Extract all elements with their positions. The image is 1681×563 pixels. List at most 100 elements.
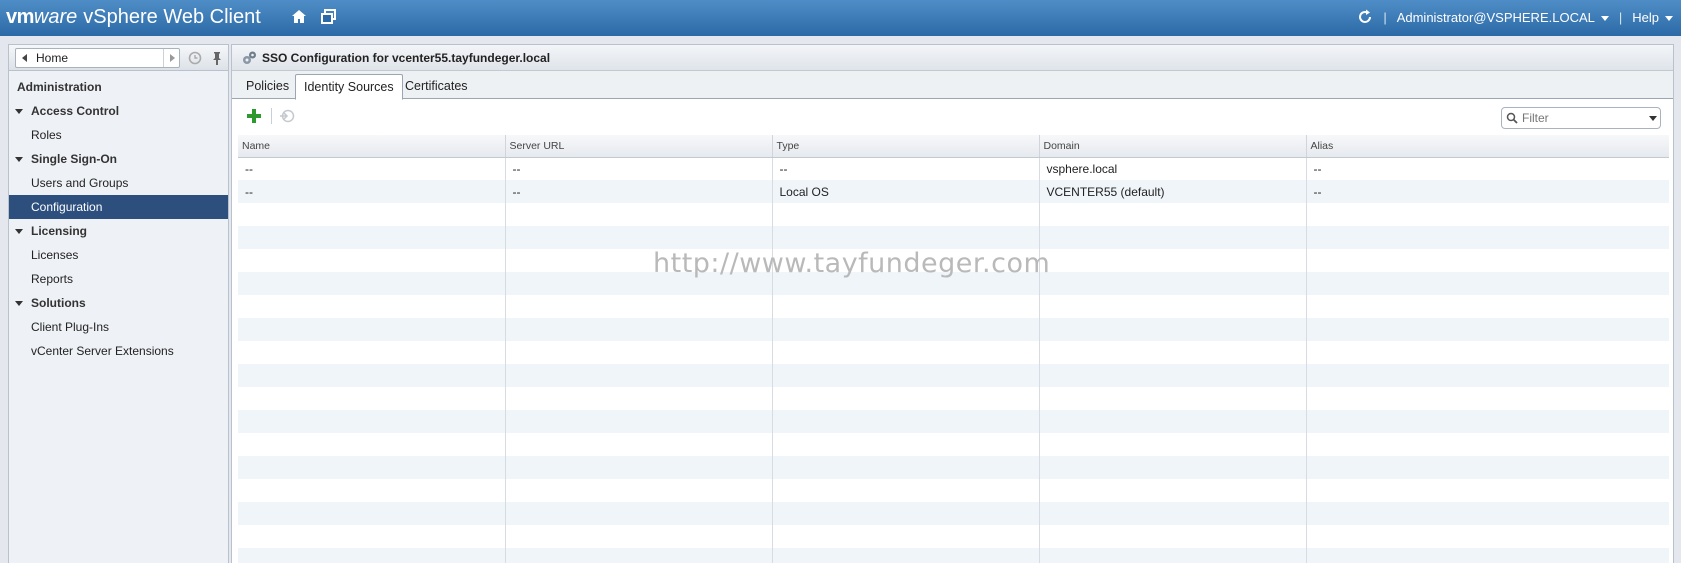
forward-arrow-icon[interactable] [163,49,179,67]
empty-row [238,525,1669,548]
table-cell [1039,341,1307,364]
expand-triangle-icon[interactable] [15,229,23,235]
nav-item-users-and-groups[interactable]: Users and Groups [9,171,228,195]
table-cell [772,456,1040,479]
table-cell [1039,295,1307,318]
filter-input[interactable] [1522,111,1646,125]
chevron-down-icon [1600,15,1609,21]
table-cell [505,226,773,249]
table-cell [505,295,773,318]
nav-group-label: Access Control [31,104,120,118]
expand-triangle-icon[interactable] [15,301,23,307]
nav-group-solutions[interactable]: Solutions [9,291,228,315]
home-icon[interactable] [290,8,308,26]
app-title: vSphere Web Client [83,6,261,28]
grid-header-row: Name Server URL Type Domain Alias [238,135,1669,158]
expand-triangle-icon[interactable] [15,157,23,163]
column-header-domain[interactable]: Domain [1039,135,1307,158]
nav-item-roles[interactable]: Roles [9,123,228,147]
expand-triangle-icon[interactable] [15,109,23,115]
table-cell [238,456,506,479]
pin-icon[interactable] [209,50,225,66]
nav-item-configuration[interactable]: Configuration [9,195,228,219]
tab-certificates[interactable]: Certificates [397,74,476,100]
brand-ware: ware [33,6,78,28]
table-cell [1306,525,1669,548]
table-cell [1039,387,1307,410]
column-header-server-url[interactable]: Server URL [505,135,773,158]
nav-group-label: Solutions [31,296,86,310]
navigator-toolbar: Home [9,45,228,71]
table-cell [238,318,506,341]
tab-identity-sources[interactable]: Identity Sources [295,74,403,100]
table-cell: VCENTER55 (default) [1039,180,1307,203]
identity-sources-grid: Name Server URL Type Domain Alias -- -- --… [238,135,1669,563]
set-default-domain-button[interactable] [278,108,296,124]
table-cell [1306,548,1669,563]
history-icon[interactable] [187,50,203,66]
table-cell: Local OS [772,180,1040,203]
table-cell: -- [238,180,506,203]
table-cell [238,295,506,318]
column-header-name[interactable]: Name [238,135,506,158]
nav-group-access-control[interactable]: Access Control [9,99,228,123]
table-cell: -- [1306,157,1669,180]
user-menu[interactable]: Administrator@VSPHERE.LOCAL [1397,10,1609,25]
table-cell [1306,203,1669,226]
table-cell [1039,410,1307,433]
table-cell [772,502,1040,525]
help-label: Help [1632,9,1659,25]
filter-field[interactable] [1501,107,1661,129]
table-cell [772,318,1040,341]
table-cell [238,525,506,548]
nav-group-licensing[interactable]: Licensing [9,219,228,243]
table-row[interactable]: -- -- -- vsphere.local -- [238,157,1669,180]
app-logo: vmware vSphere Web Client [6,6,261,29]
new-window-icon[interactable] [320,8,338,26]
help-menu[interactable]: Help [1632,10,1673,25]
table-row[interactable]: -- -- Local OS VCENTER55 (default) -- [238,180,1669,203]
table-cell [238,203,506,226]
empty-row [238,502,1669,525]
main-panel: SSO Configuration for vcenter55.tayfunde… [231,44,1674,563]
chevron-down-icon[interactable] [1646,115,1660,121]
table-cell [1306,410,1669,433]
empty-row [238,203,1669,226]
nav-item-vcenter-server-extensions[interactable]: vCenter Server Extensions [9,339,228,363]
empty-row [238,318,1669,341]
back-arrow-icon[interactable] [16,49,34,67]
table-cell [238,502,506,525]
table-cell [505,525,773,548]
table-cell [772,525,1040,548]
nav-group-label: Licensing [31,224,88,238]
empty-row [238,479,1669,502]
table-cell [1306,226,1669,249]
toolbar-divider [271,108,272,124]
table-cell [1039,226,1307,249]
table-cell [1039,249,1307,272]
nav-item-client-plug-ins[interactable]: Client Plug-Ins [9,315,228,339]
table-cell [772,387,1040,410]
table-cell [1306,341,1669,364]
table-cell [1039,548,1307,563]
refresh-icon[interactable] [1357,9,1373,25]
add-identity-source-button[interactable] [246,108,262,124]
table-cell: -- [1306,180,1669,203]
tab-policies[interactable]: Policies [238,74,297,100]
separator: | [1618,9,1623,25]
empty-row [238,410,1669,433]
empty-row [238,341,1669,364]
table-cell [1306,272,1669,295]
table-cell [505,479,773,502]
nav-item-licenses[interactable]: Licenses [9,243,228,267]
nav-group-single-sign-on[interactable]: Single Sign-On [9,147,228,171]
table-cell: -- [238,157,506,180]
empty-row [238,433,1669,456]
home-history-button[interactable]: Home [15,48,180,68]
table-cell [772,295,1040,318]
table-cell [1039,502,1307,525]
table-cell [505,318,773,341]
column-header-alias[interactable]: Alias [1306,135,1669,158]
nav-item-reports[interactable]: Reports [9,267,228,291]
column-header-type[interactable]: Type [772,135,1040,158]
